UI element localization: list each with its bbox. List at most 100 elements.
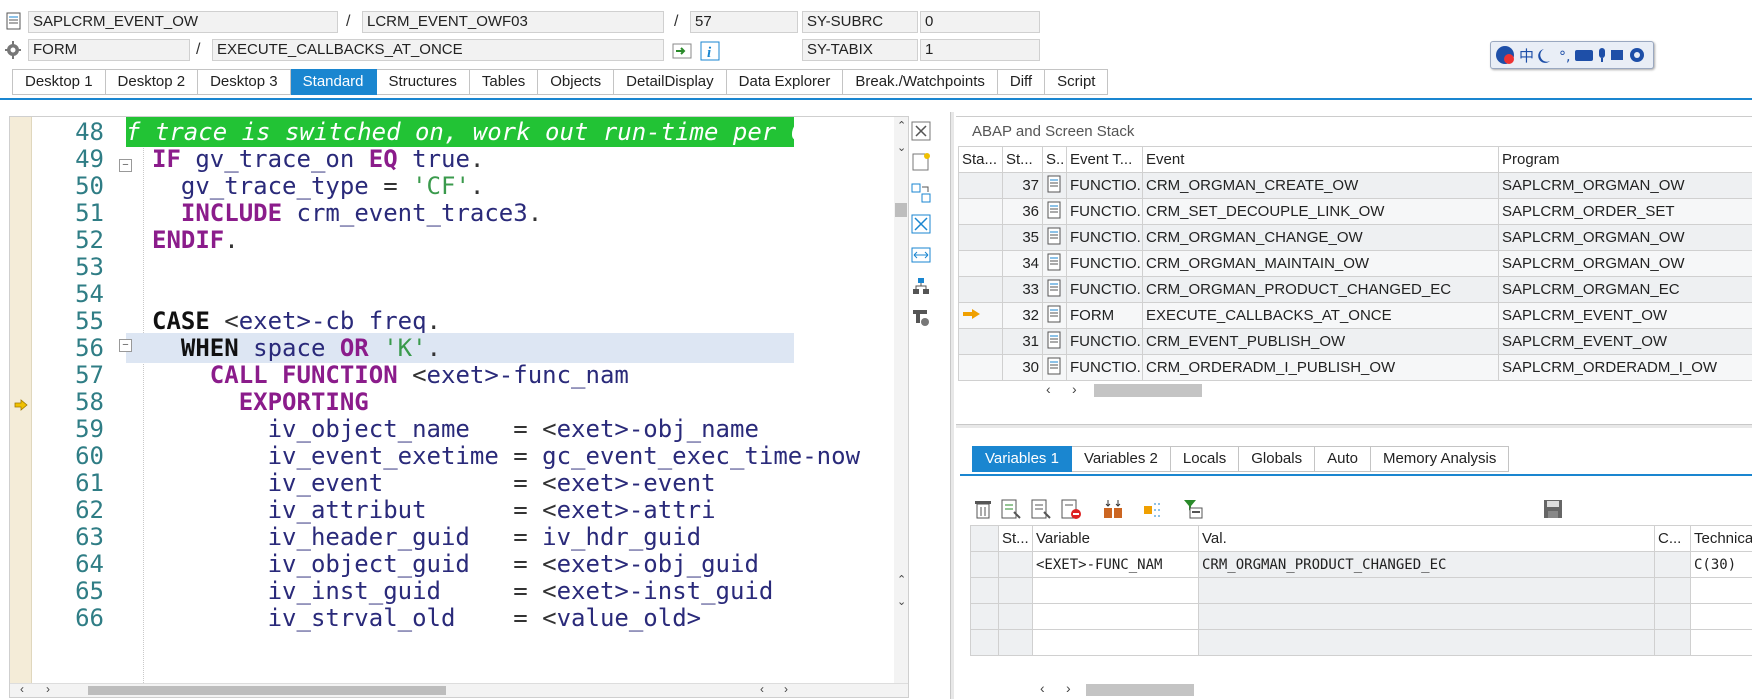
tab-auto[interactable]: Auto <box>1315 446 1371 472</box>
stack-event-cell[interactable]: CRM_ORGMAN_PRODUCT_CHANGED_EC <box>1142 276 1499 303</box>
stack-event-type-cell[interactable]: FUNCTIO... <box>1066 224 1143 251</box>
pane-splitter[interactable] <box>950 112 954 699</box>
stack-row[interactable]: 31 FUNCTIO... CRM_EVENT_PUBLISH_OW SAPLCRM_… <box>958 328 1752 355</box>
row-selector[interactable] <box>970 551 999 578</box>
stack-event-cell[interactable]: CRM_ORDERADM_I_PUBLISH_OW <box>1142 354 1499 381</box>
code-line[interactable]: 56 WHEN space OR 'K'. <box>10 333 896 363</box>
stack-col-program[interactable]: Program <box>1498 146 1752 173</box>
tab-detail-display[interactable]: DetailDisplay <box>614 69 727 95</box>
tab-tables[interactable]: Tables <box>469 69 539 95</box>
stack-step-cell[interactable]: 36 <box>1002 198 1043 225</box>
var-col-value[interactable]: Val. <box>1198 525 1655 552</box>
stack-type-icon-cell[interactable] <box>1042 328 1067 355</box>
variables-horizontal-scrollbar[interactable]: ‹ › <box>1036 680 1196 698</box>
tab-globals[interactable]: Globals <box>1239 446 1316 472</box>
stack-event-cell[interactable]: CRM_ORGMAN_MAINTAIN_OW <box>1142 250 1499 277</box>
stack-step-cell[interactable]: 30 <box>1002 354 1043 381</box>
stack-event-cell[interactable]: CRM_SET_DECOUPLE_LINK_OW <box>1142 198 1499 225</box>
stack-step-cell[interactable]: 33 <box>1002 276 1043 303</box>
stack-event-cell[interactable]: CRM_ORGMAN_CHANGE_OW <box>1142 224 1499 251</box>
code-line[interactable]: 55 CASE <exet>-cb_freq. <box>10 306 896 336</box>
tab-memory-analysis[interactable]: Memory Analysis <box>1370 446 1510 472</box>
stack-type-icon-cell[interactable] <box>1042 224 1067 251</box>
program-field[interactable]: SAPLCRM_EVENT_OW <box>28 11 338 33</box>
stack-program-cell[interactable]: SAPLCRM_ORGMAN_OW <box>1498 224 1752 251</box>
delete-icon[interactable] <box>972 498 994 520</box>
variable-name-cell[interactable]: <EXET>-FUNC_NAM <box>1032 551 1199 578</box>
code-line[interactable]: 62 iv_attribut = <exet>-attri <box>10 495 896 525</box>
stack-type-icon-cell[interactable] <box>1042 172 1067 199</box>
tab-script[interactable]: Script <box>1045 69 1109 95</box>
stack-event-cell[interactable]: CRM_ORGMAN_CREATE_OW <box>1142 172 1499 199</box>
stack-program-cell[interactable]: SAPLCRM_ORGMAN_EC <box>1498 276 1752 303</box>
code-line[interactable]: 61 iv_event = <exet>-event <box>10 468 896 498</box>
fold-toggle-case[interactable]: − <box>119 339 132 352</box>
code-line[interactable]: 59 iv_object_name = <exet>-obj_name <box>10 414 896 444</box>
navigate-icon[interactable] <box>672 41 692 61</box>
stack-col-event-type[interactable]: Event T... <box>1066 146 1143 173</box>
fold-toggle-if[interactable]: − <box>119 159 132 172</box>
tab-objects[interactable]: Objects <box>538 69 615 95</box>
stack-event-cell[interactable]: EXECUTE_CALLBACKS_AT_ONCE <box>1142 302 1499 329</box>
empty-variable-row[interactable] <box>970 629 1752 656</box>
stack-horizontal-scrollbar[interactable]: ‹ › <box>1046 381 1206 399</box>
stack-program-cell[interactable]: SAPLCRM_ORGMAN_OW <box>1498 172 1752 199</box>
stack-type-icon-cell[interactable] <box>1042 302 1067 329</box>
tab-data-explorer[interactable]: Data Explorer <box>726 69 844 95</box>
filter-icon[interactable] <box>1182 498 1204 520</box>
stack-col-s[interactable]: S.. <box>1042 146 1067 173</box>
new-window-icon[interactable] <box>910 151 932 173</box>
stack-step-cell[interactable]: 37 <box>1002 172 1043 199</box>
stack-col-step[interactable]: St... <box>1002 146 1043 173</box>
info-icon[interactable]: i <box>700 41 720 61</box>
code-line[interactable]: 57 CALL FUNCTION <exet>-func_nam <box>10 360 896 390</box>
stack-step-cell[interactable]: 34 <box>1002 250 1043 277</box>
stack-event-cell[interactable]: CRM_EVENT_PUBLISH_OW <box>1142 328 1499 355</box>
tab-diff[interactable]: Diff <box>997 69 1046 95</box>
var-col-variable[interactable]: Variable <box>1032 525 1199 552</box>
stack-type-icon-cell[interactable] <box>1042 250 1067 277</box>
event-name-field[interactable]: EXECUTE_CALLBACKS_AT_ONCE <box>212 39 664 61</box>
stack-event-type-cell[interactable]: FUNCTIO... <box>1066 250 1143 277</box>
compare-icon[interactable] <box>1102 498 1124 520</box>
code-line[interactable]: 63 iv_header_guid = iv_hdr_guid <box>10 522 896 552</box>
code-line[interactable]: 65 iv_inst_guid = <exet>-inst_guid <box>10 576 896 606</box>
stack-event-type-cell[interactable]: FUNCTIO... <box>1066 198 1143 225</box>
tab-locals[interactable]: Locals <box>1170 446 1240 472</box>
stack-col-status[interactable]: Sta... <box>958 146 1003 173</box>
editor-vertical-scrollbar[interactable]: ⌃ ⌄ ⌃ ⌄ <box>894 117 908 685</box>
ime-toolbar[interactable]: 中 °, <box>1490 41 1654 69</box>
close-icon[interactable] <box>910 120 932 142</box>
stack-row[interactable]: 32 FORM EXECUTE_CALLBACKS_AT_ONCE SAPLCRM_E… <box>958 302 1752 329</box>
code-line[interactable]: 58 EXPORTING <box>10 387 896 417</box>
stack-event-type-cell[interactable]: FUNCTIO... <box>1066 328 1143 355</box>
stack-event-type-cell[interactable]: FUNCTIO... <box>1066 354 1143 381</box>
tab-standard[interactable]: Standard <box>290 69 377 95</box>
code-line[interactable]: 66 iv_strval_old = <value_old> <box>10 603 896 633</box>
stack-program-cell[interactable]: SAPLCRM_EVENT_OW <box>1498 328 1752 355</box>
variable-value-cell[interactable]: CRM_ORGMAN_PRODUCT_CHANGED_EC <box>1198 551 1655 578</box>
include-field[interactable]: LCRM_EVENT_OWF03 <box>362 11 664 33</box>
tab-desktop-1[interactable]: Desktop 1 <box>12 69 106 95</box>
code-line[interactable]: 52 ENDIF. <box>10 225 896 255</box>
empty-variable-row[interactable] <box>970 577 1752 604</box>
stack-program-cell[interactable]: SAPLCRM_ORDER_SET <box>1498 198 1752 225</box>
settings-tool-icon[interactable] <box>910 306 932 328</box>
stack-step-cell[interactable]: 31 <box>1002 328 1043 355</box>
tab-desktop-2[interactable]: Desktop 2 <box>105 69 199 95</box>
code-line[interactable]: 60 iv_event_exetime = gc_event_exec_time… <box>10 441 896 471</box>
remove-variable-icon[interactable] <box>1060 498 1082 520</box>
stack-program-cell[interactable]: SAPLCRM_ORGMAN_OW <box>1498 250 1752 277</box>
stack-row[interactable]: 35 FUNCTIO... CRM_ORGMAN_CHANGE_OW SAPLCRM_… <box>958 224 1752 251</box>
event-type-field[interactable]: FORM <box>28 39 190 61</box>
edit-variable-icon[interactable] <box>1030 498 1052 520</box>
code-line[interactable]: 51 INCLUDE crm_event_trace3. <box>10 198 896 228</box>
stack-type-icon-cell[interactable] <box>1042 276 1067 303</box>
stack-event-type-cell[interactable]: FUNCTIO... <box>1066 172 1143 199</box>
tab-breakpoints[interactable]: Break./Watchpoints <box>843 69 998 95</box>
stack-event-type-cell[interactable]: FORM <box>1066 302 1143 329</box>
add-variable-icon[interactable] <box>1000 498 1022 520</box>
stack-event-type-cell[interactable]: FUNCTIO... <box>1066 276 1143 303</box>
stack-row[interactable]: 36 FUNCTIO... CRM_SET_DECOUPLE_LINK_OW SAPL… <box>958 198 1752 225</box>
stack-row[interactable]: 34 FUNCTIO... CRM_ORGMAN_MAINTAIN_OW SAPLCR… <box>958 250 1752 277</box>
